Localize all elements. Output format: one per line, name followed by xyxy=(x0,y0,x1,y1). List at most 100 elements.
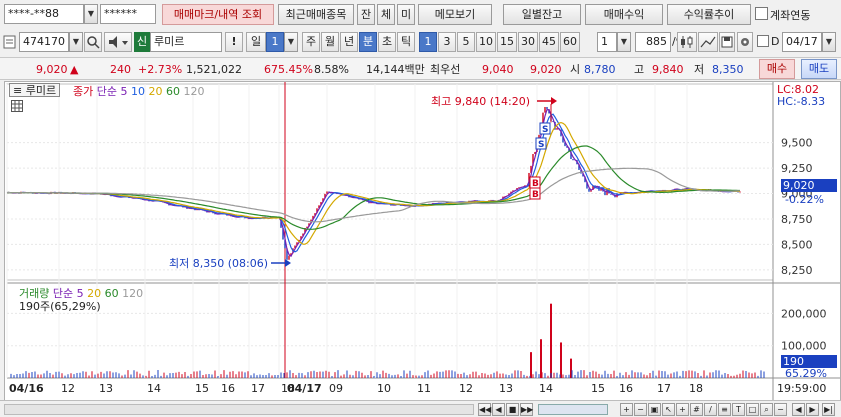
stock-name-field[interactable]: 루미르 xyxy=(150,32,222,52)
y-tick-label: 8,250 xyxy=(781,264,813,277)
volume-readout: 190주(65,29%) xyxy=(19,300,101,313)
y-tick-label: 9,500 xyxy=(781,137,813,150)
interval-30[interactable]: 30 xyxy=(518,32,538,52)
buy-button[interactable]: 매수 xyxy=(759,59,795,79)
interval-5[interactable]: 5 xyxy=(457,32,475,52)
zoom-out-icon[interactable]: − xyxy=(634,403,647,416)
data-count-field[interactable]: 885 xyxy=(635,32,671,52)
x-tick-label: 12 xyxy=(61,382,75,395)
interval-1[interactable]: 1 xyxy=(419,32,437,52)
x-tick-label: 13 xyxy=(499,382,513,395)
tab-week[interactable]: 주 xyxy=(302,32,320,52)
ma5-line xyxy=(6,108,741,258)
candle-icon xyxy=(681,36,693,48)
account-number-field[interactable]: ****-**88 xyxy=(4,4,84,24)
interval-value-dropdown[interactable]: ▼ xyxy=(617,32,631,52)
high-price: 9,840 xyxy=(652,63,684,76)
rise-arrow-icon: ▲ xyxy=(70,63,79,76)
search-icon xyxy=(87,36,100,49)
scroll-end-icon[interactable]: ▶| xyxy=(822,403,835,416)
tab-second[interactable]: 초 xyxy=(378,32,396,52)
open-label: 시 xyxy=(570,63,581,76)
scroll-left-icon[interactable]: ◀ xyxy=(792,403,805,416)
menu-icon[interactable] xyxy=(3,34,17,50)
stock-name-badge: ≡ 루미르 xyxy=(9,83,61,97)
grid-icon[interactable]: # xyxy=(690,403,703,416)
low-arrow-icon xyxy=(285,259,291,267)
trendline-button[interactable] xyxy=(698,32,718,52)
d-checkbox[interactable] xyxy=(757,35,769,47)
table-icon[interactable] xyxy=(11,100,23,112)
tab-year[interactable]: 년 xyxy=(340,32,358,52)
search-button[interactable] xyxy=(84,32,102,52)
legend-ma5: 5 xyxy=(120,85,128,98)
x-tick-label: 12 xyxy=(459,382,473,395)
alert-button[interactable]: ! xyxy=(225,32,243,52)
scroll-right-icon[interactable]: ▶ xyxy=(806,403,819,416)
minus-icon[interactable]: − xyxy=(774,403,787,416)
filled-button[interactable]: 체 xyxy=(377,4,395,25)
zoom-in-icon[interactable]: + xyxy=(620,403,633,416)
shape-icon[interactable]: □ xyxy=(746,403,759,416)
settings-button[interactable] xyxy=(737,32,753,52)
turnover-rate: 8.58% xyxy=(314,63,349,76)
interval-value-field[interactable]: 1 xyxy=(597,32,617,52)
sync-checkbox[interactable] xyxy=(755,7,768,20)
cursor-icon[interactable]: ↖ xyxy=(662,403,675,416)
stop-icon[interactable]: ■ xyxy=(506,403,519,416)
chart-area[interactable]: 9,500 9,250 9,000 8,750 8,500 8,250 200,000 100… xyxy=(4,81,841,417)
forward-icon[interactable]: ▶▶ xyxy=(520,403,533,416)
interval-15[interactable]: 15 xyxy=(497,32,517,52)
unfilled-button[interactable]: 미 xyxy=(397,4,415,25)
line-icon[interactable]: / xyxy=(704,403,717,416)
balance-button[interactable]: 잔 xyxy=(357,4,375,25)
indicator-button[interactable] xyxy=(677,32,697,52)
recent-items-button[interactable]: 최근매매종목 xyxy=(278,4,354,25)
best-ask: 9,040 xyxy=(482,63,514,76)
sell-button[interactable]: 매도 xyxy=(801,59,837,79)
sound-button[interactable] xyxy=(104,32,132,52)
chevron-down-icon: ▼ xyxy=(287,37,295,46)
interval-45[interactable]: 45 xyxy=(539,32,559,52)
return-trend-button[interactable]: 수익률추이 xyxy=(667,4,751,25)
account-bar: ****-**88 ▼ ****** 매매마크/내역 조회 최근매매종목 잔 체… xyxy=(0,0,841,29)
interval-60[interactable]: 60 xyxy=(560,32,580,52)
interval-10[interactable]: 10 xyxy=(476,32,496,52)
stock-code-field[interactable]: 474170 xyxy=(19,32,69,52)
daily-balance-button[interactable]: 일별잔고 xyxy=(503,4,581,25)
password-field[interactable]: ****** xyxy=(100,4,156,24)
x-tick-label: 16 xyxy=(619,382,633,395)
tab-minute[interactable]: 분 xyxy=(359,32,377,52)
tab-month[interactable]: 월 xyxy=(321,32,339,52)
text-icon[interactable]: T xyxy=(732,403,745,416)
period-dropdown[interactable]: ▼ xyxy=(284,32,298,52)
fib-icon[interactable]: ≡ xyxy=(718,403,731,416)
high-annotation: 최고 9,840 (14:20) xyxy=(431,95,531,108)
crosshair-icon[interactable]: + xyxy=(676,403,689,416)
trade-mark-button[interactable]: 매매마크/내역 조회 xyxy=(162,4,274,25)
scroll-track[interactable] xyxy=(4,404,474,415)
legend-ma120: 120 xyxy=(183,85,205,98)
date-picker-button[interactable]: ▼ xyxy=(822,32,836,52)
stock-code-dropdown[interactable]: ▼ xyxy=(69,32,83,52)
account-dropdown-button[interactable]: ▼ xyxy=(84,4,98,24)
memo-button[interactable]: 메모보기 xyxy=(418,4,492,25)
x-tick-label: 09 xyxy=(329,382,343,395)
tool-icon[interactable]: ▣ xyxy=(648,403,661,416)
price-volume-chart[interactable]: 9,5009,2509,0008,7508,5008,250200,000100… xyxy=(5,82,840,400)
period-number[interactable]: 1 xyxy=(266,32,284,52)
search-icon[interactable]: ⌕ xyxy=(760,403,773,416)
zoom-slider[interactable] xyxy=(538,404,608,415)
trade-marker-label: B xyxy=(532,190,539,200)
chevron-down-icon: ▼ xyxy=(87,9,95,18)
trendline-icon xyxy=(700,36,716,48)
step-back-icon[interactable]: ◀ xyxy=(492,403,505,416)
date-field[interactable]: 04/17 xyxy=(782,32,822,52)
interval-3[interactable]: 3 xyxy=(438,32,456,52)
tab-tick[interactable]: 틱 xyxy=(397,32,415,52)
save-button[interactable] xyxy=(719,32,735,52)
rewind-icon[interactable]: ◀◀ xyxy=(478,403,491,416)
period-selector[interactable]: 일 xyxy=(246,32,266,52)
chevron-down-icon: ▼ xyxy=(620,37,628,46)
trade-profit-button[interactable]: 매매수익 xyxy=(585,4,663,25)
